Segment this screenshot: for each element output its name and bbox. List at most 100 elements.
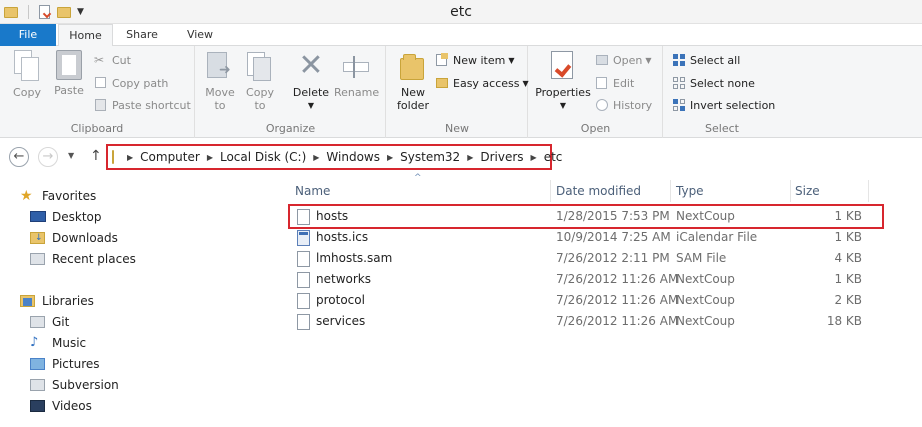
tab-view[interactable]: View (172, 24, 228, 46)
properties-button[interactable]: Properties ▼ (535, 50, 591, 112)
clipboard-group-label: Clipboard (70, 122, 124, 135)
new-item-dropdown-icon: ▼ (508, 55, 515, 65)
downloads-icon: ↓ (30, 231, 46, 245)
file-size: 18 KB (826, 314, 862, 328)
select-none-button[interactable]: Select none (672, 74, 755, 92)
table-row[interactable]: services 7/26/2012 11:26 AM NextCoup 18 … (287, 311, 887, 332)
file-type: SAM File (676, 251, 727, 265)
easy-access-button[interactable]: Easy access ▼ (435, 74, 529, 92)
select-none-icon (672, 76, 686, 90)
nav-libraries[interactable]: Libraries (20, 291, 94, 311)
table-row[interactable]: lmhosts.sam 7/26/2012 2:11 PM SAM File 4… (287, 248, 887, 269)
breadcrumb-separator-icon[interactable]: ▶ (127, 153, 133, 162)
ribbon-tabs: File Home Share View (0, 24, 922, 47)
file-name: networks (316, 272, 371, 286)
breadcrumb-separator-icon[interactable]: ▶ (531, 153, 537, 162)
cut-button[interactable]: ✂ Cut (94, 51, 131, 69)
open-button[interactable]: Open ▼ (595, 51, 652, 69)
breadcrumb-etc[interactable]: etc (544, 150, 563, 164)
file-icon (297, 272, 310, 288)
pictures-icon (30, 357, 46, 371)
nav-item-subversion[interactable]: Subversion (30, 375, 119, 395)
file-type: NextCoup (676, 314, 735, 328)
column-header-date-modified[interactable]: Date modified (550, 180, 671, 202)
up-arrow-icon[interactable]: ↑ (90, 148, 102, 164)
file-type: NextCoup (676, 293, 735, 307)
calendar-file-icon (297, 230, 310, 246)
table-row[interactable]: protocol 7/26/2012 11:26 AM NextCoup 2 K… (287, 290, 887, 311)
select-all-button[interactable]: Select all (672, 51, 740, 69)
new-folder-label-2: folder (397, 99, 429, 112)
history-icon (595, 98, 609, 112)
paste-shortcut-icon (94, 98, 108, 112)
back-arrow-icon[interactable]: ← (9, 147, 29, 167)
open-label: Open (613, 53, 643, 67)
copy-path-button[interactable]: Copy path (94, 74, 168, 92)
breadcrumb-separator-icon[interactable]: ▶ (207, 153, 213, 162)
breadcrumb-drivers[interactable]: Drivers (480, 150, 523, 164)
column-header-size[interactable]: Size (789, 180, 869, 202)
edit-label: Edit (613, 76, 635, 90)
nav-libraries-label: Libraries (42, 294, 94, 308)
libraries-icon (20, 294, 36, 308)
nav-favorites[interactable]: ★ Favorites (20, 186, 96, 206)
paste-shortcut-label: Paste shortcut (112, 98, 191, 112)
tab-home[interactable]: Home (58, 24, 113, 47)
breadcrumb-local-disk[interactable]: Local Disk (C:) (220, 150, 306, 164)
recent-locations-dropdown-icon[interactable]: ▼ (68, 151, 74, 160)
nav-item-downloads[interactable]: ↓ Downloads (30, 228, 118, 248)
easy-access-icon (435, 76, 449, 90)
copy-path-icon (94, 76, 108, 90)
copy-label: Copy (13, 86, 41, 99)
nav-item-label: Git (52, 315, 70, 329)
history-button[interactable]: History (595, 96, 652, 114)
file-size: 1 KB (834, 230, 862, 244)
column-header-type[interactable]: Type (670, 180, 791, 202)
forward-arrow-icon[interactable]: → (38, 147, 58, 167)
nav-item-recent-places[interactable]: Recent places (30, 249, 136, 269)
clipboard-group: Copy Paste ✂ Cut Copy path Paste shortcu… (0, 46, 195, 138)
table-row[interactable]: hosts.ics 10/9/2014 7:25 AM iCalendar Fi… (287, 227, 887, 248)
breadcrumb-system32[interactable]: System32 (400, 150, 460, 164)
new-group-label: New (445, 122, 469, 135)
highlight-box (288, 204, 884, 229)
breadcrumb-separator-icon[interactable]: ▶ (313, 153, 319, 162)
breadcrumb-separator-icon[interactable]: ▶ (387, 153, 393, 162)
invert-selection-button[interactable]: Invert selection (672, 96, 775, 114)
nav-item-music[interactable]: ♪ Music (30, 333, 86, 353)
address-bar[interactable]: ▶ Computer ▶ Local Disk (C:) ▶ Windows ▶… (106, 144, 562, 170)
nav-item-git[interactable]: Git (30, 312, 69, 332)
open-dropdown-icon: ▼ (645, 55, 652, 65)
nav-item-desktop[interactable]: Desktop (30, 207, 102, 227)
open-group: Properties ▼ Open ▼ Edit History Open (529, 46, 663, 138)
breadcrumb-computer[interactable]: Computer (140, 150, 200, 164)
new-item-button[interactable]: New item ▼ (435, 51, 515, 69)
rename-button[interactable]: Rename (334, 50, 379, 99)
delete-label: Delete (292, 86, 330, 99)
nav-item-label: Desktop (52, 210, 102, 224)
edit-button[interactable]: Edit (595, 74, 634, 92)
properties-icon (548, 50, 578, 82)
paste-label: Paste (54, 84, 84, 97)
tab-share[interactable]: Share (114, 24, 170, 46)
nav-item-pictures[interactable]: Pictures (30, 354, 100, 374)
delete-x-icon: ✕ (298, 48, 324, 83)
file-type: iCalendar File (676, 230, 758, 244)
copy-button[interactable]: Copy (8, 50, 46, 99)
navigation-bar: ← → ▼ ↑ ▶ Computer ▶ Local Disk (C:) ▶ W… (0, 139, 922, 174)
move-to-button[interactable]: ➜ Move to (202, 50, 238, 112)
desktop-icon (30, 210, 46, 224)
paste-button[interactable]: Paste (50, 50, 88, 97)
column-header-name[interactable]: Name (289, 180, 551, 202)
delete-button[interactable]: ✕ Delete ▼ (290, 50, 332, 112)
table-row[interactable]: networks 7/26/2012 11:26 AM NextCoup 1 K… (287, 269, 887, 290)
paste-shortcut-button[interactable]: Paste shortcut (94, 96, 191, 114)
copy-to-button[interactable]: Copy to (242, 50, 278, 112)
new-folder-button[interactable]: New folder (393, 50, 433, 112)
tab-file[interactable]: File (0, 24, 56, 46)
nav-item-videos[interactable]: Videos (30, 396, 92, 416)
move-to-icon: ➜ (205, 50, 235, 82)
breadcrumb-windows[interactable]: Windows (326, 150, 380, 164)
breadcrumb-separator-icon[interactable]: ▶ (467, 153, 473, 162)
music-icon: ♪ (30, 335, 39, 350)
